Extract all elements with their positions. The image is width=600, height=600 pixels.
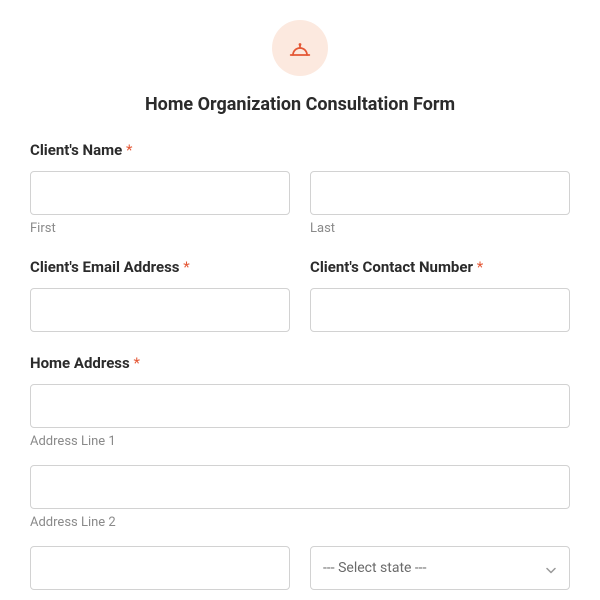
first-name-sublabel: First — [30, 221, 290, 236]
required-marker: * — [133, 354, 139, 372]
form-title: Home Organization Consultation Form — [30, 94, 570, 115]
last-name-sublabel: Last — [310, 221, 570, 236]
last-name-input[interactable] — [310, 171, 570, 215]
address-line2-sublabel: Address Line 2 — [30, 515, 570, 530]
contact-input[interactable] — [310, 288, 570, 332]
home-address-section: Home Address * Address Line 1 Address Li… — [30, 354, 570, 590]
address-line1-sublabel: Address Line 1 — [30, 434, 570, 449]
state-select[interactable]: --- Select state --- — [310, 546, 570, 590]
home-address-label-text: Home Address — [30, 354, 130, 372]
header-icon-circle — [272, 20, 328, 76]
client-name-label-text: Client's Name — [30, 141, 122, 159]
email-label: Client's Email Address * — [30, 258, 290, 276]
email-input[interactable] — [30, 288, 290, 332]
contact-label: Client's Contact Number * — [310, 258, 570, 276]
address-line1-input[interactable] — [30, 384, 570, 428]
first-name-input[interactable] — [30, 171, 290, 215]
email-label-text: Client's Email Address — [30, 258, 180, 276]
contact-label-text: Client's Contact Number — [310, 258, 473, 276]
required-marker: * — [183, 258, 189, 276]
client-name-section: Client's Name * First Last — [30, 141, 570, 236]
home-address-label: Home Address * — [30, 354, 570, 372]
bell-icon — [286, 34, 314, 62]
client-name-label: Client's Name * — [30, 141, 570, 159]
required-marker: * — [477, 258, 483, 276]
address-line2-input[interactable] — [30, 465, 570, 509]
required-marker: * — [126, 141, 132, 159]
city-input[interactable] — [30, 546, 290, 590]
